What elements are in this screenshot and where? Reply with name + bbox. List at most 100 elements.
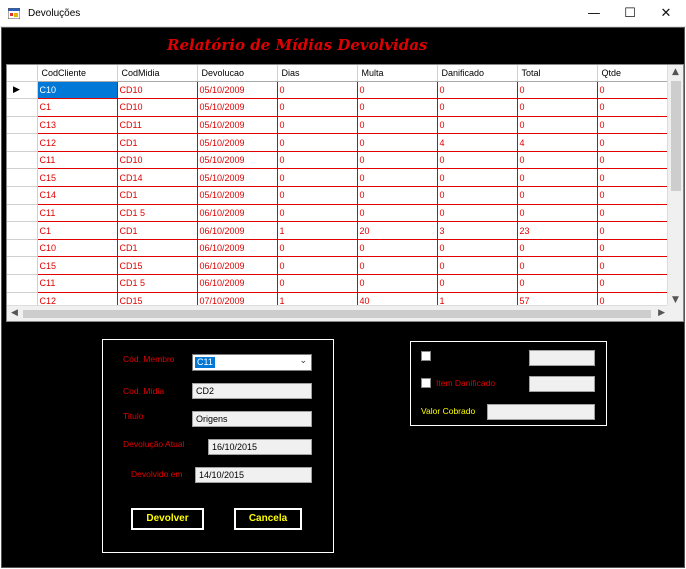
table-row[interactable]: C1 CD1 06/10/2009 1 20 3 23 0 xyxy=(7,221,670,240)
table-cell[interactable]: 06/10/2009 xyxy=(197,274,278,293)
table-cell[interactable]: 0 xyxy=(517,116,598,135)
table-cell[interactable]: 0 xyxy=(597,186,670,205)
valor-cobrado-field[interactable] xyxy=(487,404,595,420)
item-danificado-field[interactable] xyxy=(529,376,595,392)
table-cell[interactable]: 05/10/2009 xyxy=(197,98,278,117)
table-cell[interactable]: 0 xyxy=(437,116,518,135)
table-cell[interactable]: 0 xyxy=(277,116,358,135)
table-cell[interactable]: 0 xyxy=(437,168,518,188)
table-row[interactable]: C15 CD15 06/10/2009 0 0 0 0 0 xyxy=(7,256,670,276)
table-cell[interactable]: 23 xyxy=(517,221,598,240)
table-cell[interactable]: 0 xyxy=(597,151,670,170)
table-cell[interactable]: CD1 xyxy=(117,239,198,258)
cod-membro-combobox[interactable]: C11 ⌄ xyxy=(192,354,312,371)
table-cell[interactable]: 0 xyxy=(277,239,358,258)
row-header[interactable] xyxy=(7,274,38,293)
table-cell[interactable]: 06/10/2009 xyxy=(197,221,278,240)
scroll-right-icon[interactable]: ▶ xyxy=(658,308,665,318)
devolvido-em-field[interactable]: 14/10/2015 xyxy=(195,467,312,483)
vertical-scroll-thumb[interactable] xyxy=(671,81,681,191)
table-cell[interactable]: CD15 xyxy=(117,256,198,276)
table-cell[interactable]: 05/10/2009 xyxy=(197,168,278,188)
table-cell[interactable]: 0 xyxy=(357,256,438,276)
table-cell[interactable]: CD1 xyxy=(117,133,198,152)
vertical-scrollbar[interactable]: ▲ ▼ xyxy=(667,65,683,307)
table-cell[interactable]: 0 xyxy=(517,168,598,188)
row-header[interactable] xyxy=(7,133,38,152)
table-cell[interactable]: 0 xyxy=(277,133,358,152)
table-cell[interactable]: 0 xyxy=(437,81,518,100)
row-header[interactable] xyxy=(7,186,38,205)
table-cell[interactable]: C11 xyxy=(37,274,118,293)
table-row[interactable]: C14 CD1 05/10/2009 0 0 0 0 0 xyxy=(7,186,670,205)
row-header[interactable] xyxy=(7,221,38,240)
table-cell[interactable]: C14 xyxy=(37,186,118,205)
table-cell[interactable]: 0 xyxy=(277,256,358,276)
table-cell[interactable]: 0 xyxy=(597,274,670,293)
column-header-total[interactable]: Total xyxy=(517,65,598,82)
table-cell[interactable]: C10 xyxy=(37,239,118,258)
table-cell[interactable]: 0 xyxy=(437,151,518,170)
table-cell[interactable]: C11 xyxy=(37,204,118,223)
horizontal-scroll-thumb[interactable] xyxy=(23,310,651,318)
table-cell[interactable]: CD10 xyxy=(117,81,198,100)
row-header[interactable]: ▶ xyxy=(7,81,38,100)
column-header-multa[interactable]: Multa xyxy=(357,65,438,82)
table-cell[interactable]: C13 xyxy=(37,116,118,135)
table-cell[interactable]: CD10 xyxy=(117,98,198,117)
table-cell[interactable]: 0 xyxy=(597,221,670,240)
item-danificado-checkbox[interactable] xyxy=(421,378,431,388)
table-cell[interactable]: 0 xyxy=(357,98,438,117)
scroll-left-icon[interactable]: ◀ xyxy=(11,308,18,318)
table-cell[interactable]: 0 xyxy=(597,256,670,276)
devolucao-atual-field[interactable]: 16/10/2015 xyxy=(208,439,312,455)
column-header-devolucao[interactable]: Devolucao xyxy=(197,65,278,82)
table-cell[interactable]: 0 xyxy=(517,98,598,117)
table-cell[interactable]: CD1 5 xyxy=(117,204,198,223)
table-cell[interactable]: 0 xyxy=(597,116,670,135)
table-row[interactable]: C11 CD1 5 06/10/2009 0 0 0 0 0 xyxy=(7,204,670,223)
table-cell[interactable]: 0 xyxy=(597,81,670,100)
table-cell[interactable]: CD10 xyxy=(117,151,198,170)
table-cell[interactable]: 0 xyxy=(597,98,670,117)
table-cell[interactable]: 0 xyxy=(357,239,438,258)
cod-midia-field[interactable]: CD2 xyxy=(192,383,312,399)
column-header-codcliente[interactable]: CodCliente xyxy=(37,65,118,82)
close-button[interactable]: ✕ xyxy=(648,0,684,27)
charges-field-1[interactable] xyxy=(529,350,595,366)
returns-data-grid[interactable]: CodCliente CodMidia Devolucao Dias Multa… xyxy=(6,64,684,322)
table-cell[interactable]: 0 xyxy=(597,168,670,188)
table-cell[interactable]: 4 xyxy=(437,133,518,152)
row-header[interactable] xyxy=(7,98,38,117)
table-cell[interactable]: 0 xyxy=(517,204,598,223)
scroll-down-icon[interactable]: ▼ xyxy=(672,295,679,305)
table-cell[interactable]: 0 xyxy=(517,256,598,276)
table-row[interactable]: C1 CD10 05/10/2009 0 0 0 0 0 xyxy=(7,98,670,117)
table-cell[interactable]: 0 xyxy=(357,204,438,223)
table-cell[interactable]: 06/10/2009 xyxy=(197,256,278,276)
column-header-codmidia[interactable]: CodMidia xyxy=(117,65,198,82)
table-cell[interactable]: 0 xyxy=(357,116,438,135)
table-row[interactable]: C10 CD1 06/10/2009 0 0 0 0 0 xyxy=(7,239,670,258)
devolver-button[interactable]: Devolver xyxy=(131,508,204,530)
table-cell[interactable]: 0 xyxy=(357,81,438,100)
table-cell[interactable]: 0 xyxy=(277,98,358,117)
table-cell[interactable]: C1 xyxy=(37,221,118,240)
table-cell[interactable]: 0 xyxy=(277,274,358,293)
row-header[interactable] xyxy=(7,256,38,276)
table-cell[interactable]: 0 xyxy=(517,186,598,205)
table-cell[interactable]: 0 xyxy=(517,274,598,293)
table-cell[interactable]: 0 xyxy=(277,151,358,170)
table-cell[interactable]: CD11 xyxy=(117,116,198,135)
table-row[interactable]: C11 CD1 5 06/10/2009 0 0 0 0 0 xyxy=(7,274,670,293)
column-header-qtde[interactable]: Qtde xyxy=(597,65,670,82)
table-cell[interactable]: 05/10/2009 xyxy=(197,116,278,135)
table-cell[interactable]: 0 xyxy=(357,133,438,152)
table-cell[interactable]: 05/10/2009 xyxy=(197,186,278,205)
table-cell[interactable]: C15 xyxy=(37,168,118,188)
table-cell[interactable]: 20 xyxy=(357,221,438,240)
table-cell[interactable]: 0 xyxy=(517,81,598,100)
table-cell[interactable]: 0 xyxy=(437,256,518,276)
table-cell[interactable]: 0 xyxy=(437,274,518,293)
row-header[interactable] xyxy=(7,239,38,258)
